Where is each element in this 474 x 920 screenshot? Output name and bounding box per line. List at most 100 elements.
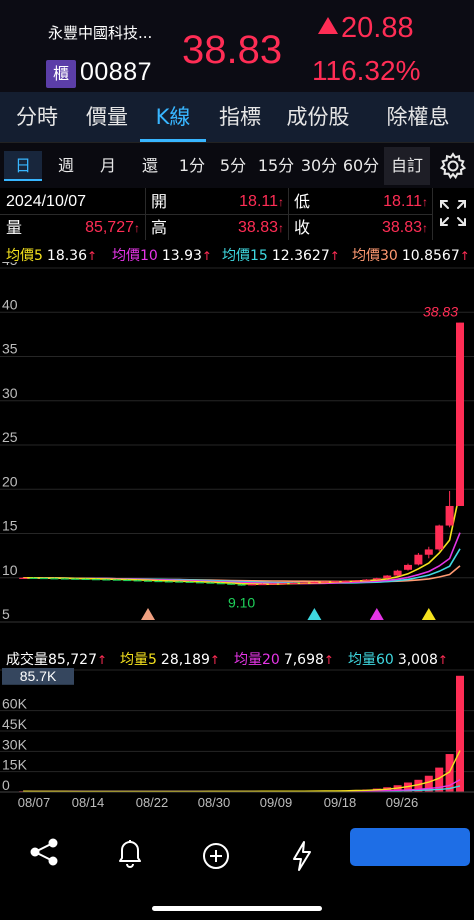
candle-body — [175, 581, 184, 583]
candle-body — [268, 583, 277, 585]
y-tick-label: 30 — [2, 385, 18, 401]
period-week[interactable]: 週 — [48, 151, 84, 181]
info-high-value: 38.83↑ — [237, 219, 284, 236]
candle-body — [29, 577, 38, 579]
candlestick-chart[interactable]: 45 40 35 30 25 20 15 10 5 38.83 9.10 — [0, 262, 474, 632]
y-tick-label: 10 — [2, 562, 18, 578]
share-icon[interactable] — [22, 830, 66, 874]
info-high-label: 高 — [151, 218, 168, 237]
y-tick-label: 35 — [2, 341, 18, 357]
volume-bar — [456, 675, 464, 792]
volume-y-tick-label: 15K — [2, 757, 28, 773]
candle-body — [102, 579, 111, 581]
info-close-label: 收 — [294, 218, 311, 237]
tab-indicators[interactable]: 指標 — [206, 92, 274, 142]
period-day[interactable]: 日 — [4, 151, 42, 181]
candle-body — [92, 579, 100, 581]
ma-legend: 均價5 18.36↑ 均價10 13.93↑ 均價15 12.3627↑ 均價30 10… — [0, 242, 474, 264]
home-indicator — [152, 906, 322, 911]
candle-body — [133, 580, 142, 582]
candle-body — [112, 579, 121, 581]
ma5-line — [23, 491, 461, 586]
candle-body — [227, 583, 236, 585]
period-month[interactable]: 月 — [90, 151, 126, 181]
volume-legend-total: 成交量85,727↑ — [6, 652, 108, 668]
candle-body — [19, 577, 28, 579]
period-5min[interactable]: 5分 — [214, 151, 252, 181]
info-close-value: 38.83↑ — [381, 219, 428, 236]
candle-body — [154, 580, 163, 583]
expand-icon[interactable] — [436, 196, 470, 230]
high-price-label: 38.83 — [423, 304, 458, 320]
candle-body — [320, 581, 329, 583]
period-custom-button[interactable]: 自訂 — [384, 147, 430, 185]
volume-chart[interactable]: 90K60K45K30K15K085.7K08/0708/1408/2208/3… — [0, 668, 474, 816]
candle-body — [300, 582, 308, 584]
gear-icon[interactable] — [436, 149, 470, 183]
volume-legend: 成交量85,727↑ 均量5 28,189↑ 均量20 7,698↑ 均量60 3,0… — [0, 646, 474, 668]
candle-body — [185, 581, 194, 583]
tab-intraday[interactable]: 分時 — [0, 92, 74, 142]
tab-k-line[interactable]: K線 — [140, 92, 206, 142]
y-tick-label: 40 — [2, 296, 18, 312]
info-open-value: 18.11↑ — [239, 193, 284, 210]
candle-body — [248, 584, 256, 586]
candle-body — [372, 578, 381, 580]
stock-code: 00887 — [80, 58, 153, 86]
candle-body — [456, 322, 464, 506]
candle-body — [393, 570, 402, 576]
candle-body — [164, 581, 173, 583]
stock-name[interactable]: 永豐中國科技... — [48, 22, 152, 43]
signal-marker — [421, 608, 436, 620]
candle-body — [206, 582, 215, 584]
price-change-value: 20.88 — [341, 12, 414, 44]
up-arrow-icon — [318, 17, 338, 34]
candle-body — [71, 578, 80, 580]
candle-body — [237, 584, 246, 586]
y-tick-label: 15 — [2, 518, 18, 534]
tab-price-volume[interactable]: 價量 — [74, 92, 140, 142]
candle-body — [60, 578, 69, 580]
current-volume-label: 85.7K — [20, 668, 57, 684]
candle-body — [404, 564, 412, 570]
place-order-button[interactable] — [350, 828, 470, 866]
info-volume-value: 85,727↑ — [85, 219, 140, 236]
period-30min[interactable]: 30分 — [298, 151, 340, 181]
x-tick-label: 09/09 — [260, 795, 293, 810]
volume-legend-ma20: 均量20 7,698↑ — [234, 652, 334, 668]
candle-body — [216, 583, 225, 585]
volume-legend-ma5: 均量5 28,189↑ — [120, 652, 220, 668]
candle-body — [50, 578, 59, 580]
x-tick-label: 09/26 — [386, 795, 419, 810]
chart-tabs: 分時 價量 K線 指標 成份股 除權息 — [0, 92, 474, 142]
tab-constituents[interactable]: 成份股 — [274, 92, 362, 142]
period-adjusted[interactable]: 還 — [132, 151, 168, 181]
signal-marker — [369, 608, 384, 620]
x-tick-label: 08/14 — [72, 795, 105, 810]
ma10-line — [23, 532, 461, 585]
x-tick-label: 08/07 — [18, 795, 51, 810]
period-selector: 日 週 月 還 1分 5分 15分 30分 60分 自訂 — [0, 142, 474, 188]
add-circle-icon[interactable] — [194, 830, 238, 874]
lightning-icon[interactable] — [280, 830, 324, 874]
candle-body — [331, 581, 340, 583]
candle-body — [424, 549, 433, 555]
info-open-label: 開 — [151, 192, 168, 211]
y-tick-label: 20 — [2, 473, 18, 489]
x-tick-label: 09/18 — [324, 795, 357, 810]
price-change: 20.88 — [318, 12, 414, 45]
info-date: 2024/10/07 — [6, 193, 87, 210]
candle-body — [40, 577, 48, 580]
low-price-label: 9.10 — [228, 595, 255, 611]
bell-icon[interactable] — [108, 830, 152, 874]
y-tick-label: 5 — [2, 606, 10, 622]
tab-dividends[interactable]: 除權息 — [362, 92, 474, 142]
period-60min[interactable]: 60分 — [340, 151, 382, 181]
period-15min[interactable]: 15分 — [255, 151, 297, 181]
candle-body — [362, 579, 371, 581]
volume-y-tick-label: 45K — [2, 716, 28, 732]
candle-body — [196, 582, 204, 584]
quote-header: 永豐中國科技... 櫃 00887 38.83 20.88 116.32% — [0, 0, 474, 92]
period-1min[interactable]: 1分 — [174, 151, 210, 181]
ohlc-info-panel: 2024/10/07 量 85,727↑ 開 18.11↑ 高 38.83↑ 低… — [0, 188, 474, 240]
